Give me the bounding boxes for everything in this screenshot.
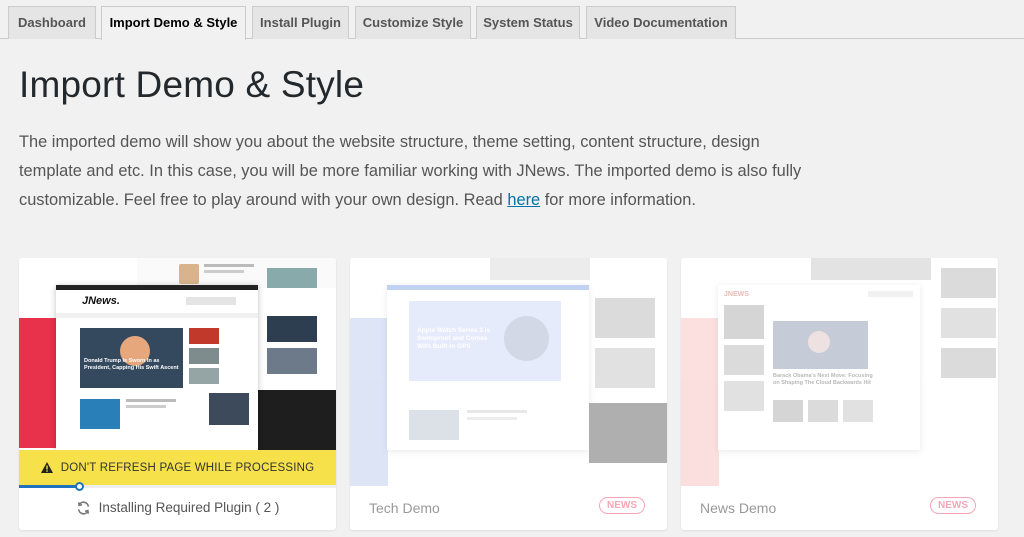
thumb-line — [467, 410, 527, 413]
tab-bar: Dashboard Import Demo & Style Install Pl… — [0, 0, 1024, 40]
thumb-img-top — [811, 258, 931, 280]
thumb-img-small — [843, 400, 873, 422]
card-footer: Tech Demo NEWS — [350, 486, 667, 530]
thumb-topbar — [387, 285, 589, 290]
thumb-dark-block — [589, 403, 667, 463]
thumb-img-small — [808, 400, 838, 422]
install-status: Installing Required Plugin ( 2 ) — [19, 500, 336, 515]
intro-paragraph: The imported demo will show you about th… — [19, 128, 809, 215]
news-badge: NEWS — [930, 497, 976, 514]
intro-text-end: for more information. — [540, 191, 696, 209]
tab-import-demo[interactable]: Import Demo & Style — [101, 6, 246, 40]
thumb-search — [186, 297, 236, 305]
thumb-img-side — [595, 298, 655, 338]
demo-thumbnail: Apple Watch Series 3 is Swimproof and Co… — [350, 258, 667, 486]
thumb-blue-block — [350, 318, 388, 486]
read-more-link[interactable]: here — [507, 191, 540, 209]
thumb-img-side — [941, 348, 996, 378]
thumb-img-moto — [209, 393, 249, 425]
demo-card-jnews[interactable]: JNews. Donald Trump Is Sworn In as Presi… — [19, 258, 336, 530]
tab-customize-style[interactable]: Customize Style — [355, 6, 471, 39]
thumb-hero-image: Donald Trump Is Sworn In as President, C… — [80, 328, 183, 388]
thumb-img-small — [724, 381, 764, 411]
tab-video-documentation[interactable]: Video Documentation — [586, 6, 736, 39]
demo-thumbnail: JNEWS Barack Obama's Next Move: Focusing… — [681, 258, 998, 486]
thumb-img-side — [941, 268, 996, 298]
thumb-brand: JNews. — [82, 295, 120, 307]
warning-icon — [40, 462, 53, 473]
thumb-img-side — [267, 268, 317, 288]
thumb-topbar — [56, 285, 258, 290]
thumb-img-small — [189, 348, 219, 364]
thumb-img-side — [941, 308, 996, 338]
tab-system-status[interactable]: System Status — [476, 6, 580, 39]
demo-thumbnail: JNews. Donald Trump Is Sworn In as Presi… — [19, 258, 336, 486]
thumb-img-small — [724, 305, 764, 339]
thumb-red-block — [681, 318, 719, 486]
thumb-headline: Donald Trump Is Sworn In as President, C… — [84, 358, 179, 371]
page-title: Import Demo & Style — [19, 64, 365, 105]
thumb-headline: Apple Watch Series 3 is Swimproof and Co… — [417, 327, 491, 350]
thumb-img-top — [490, 258, 590, 280]
thumb-img-face — [267, 316, 317, 342]
thumb-social — [868, 291, 913, 297]
thumb-line — [126, 399, 176, 402]
thumb-img-city — [267, 348, 317, 374]
thumb-hero-image — [773, 321, 868, 369]
thumb-img-small — [773, 400, 803, 422]
thumb-red-block — [19, 318, 57, 448]
warning-text: DON'T REFRESH PAGE WHILE PROCESSING — [60, 461, 315, 474]
thumb-img-small — [409, 410, 459, 440]
install-status-text: Installing Required Plugin ( 2 ) — [98, 500, 280, 515]
thumb-line — [204, 264, 254, 267]
thumb-hero-image: Apple Watch Series 3 is Swimproof and Co… — [409, 301, 561, 381]
thumb-img-woman — [179, 264, 199, 284]
refresh-icon — [77, 501, 89, 515]
card-footer: Installing Required Plugin ( 2 ) — [19, 486, 336, 530]
thumb-headline: Barack Obama's Next Move: Focusing on Sh… — [773, 373, 873, 386]
thumb-brand: JNEWS — [724, 291, 749, 298]
thumb-line — [467, 417, 517, 420]
thumb-img-small — [724, 345, 764, 375]
thumb-img-small — [80, 399, 120, 429]
tab-dashboard[interactable]: Dashboard — [8, 6, 96, 39]
thumb-browser: Apple Watch Series 3 is Swimproof and Co… — [387, 285, 589, 450]
thumb-line — [204, 270, 244, 273]
thumb-img-small — [189, 368, 219, 384]
thumb-browser: JNews. Donald Trump Is Sworn In as Presi… — [56, 285, 258, 450]
tab-install-plugin[interactable]: Install Plugin — [252, 6, 349, 39]
thumb-dark-block — [258, 390, 336, 450]
news-badge: NEWS — [599, 497, 645, 514]
demo-name: News Demo — [700, 500, 777, 516]
demo-name: Tech Demo — [369, 500, 440, 516]
thumb-img-side — [595, 348, 655, 388]
demo-card-news[interactable]: JNEWS Barack Obama's Next Move: Focusing… — [681, 258, 998, 530]
thumb-face — [808, 331, 830, 353]
thumb-img-small — [189, 328, 219, 344]
demo-card-tech[interactable]: Apple Watch Series 3 is Swimproof and Co… — [350, 258, 667, 530]
thumb-nav — [56, 313, 258, 318]
card-footer: News Demo NEWS — [681, 486, 998, 530]
processing-warning: DON'T REFRESH PAGE WHILE PROCESSING — [19, 450, 336, 485]
thumb-line — [126, 405, 166, 408]
thumb-browser: JNEWS Barack Obama's Next Move: Focusing… — [718, 285, 920, 450]
thumb-watch — [504, 316, 549, 361]
